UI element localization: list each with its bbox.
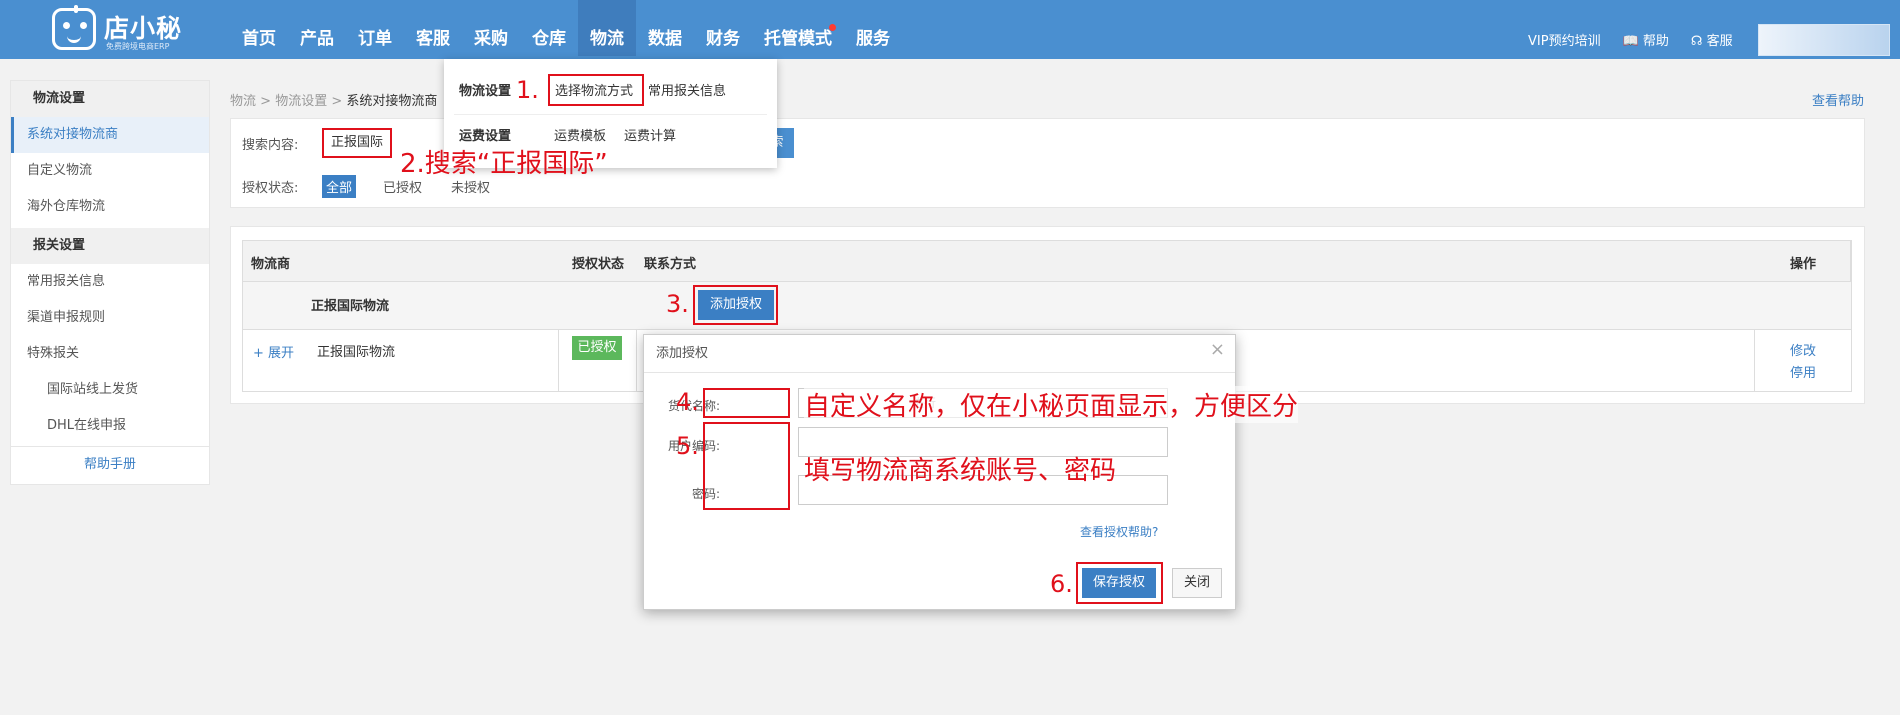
nav-finance[interactable]: 财务 bbox=[694, 0, 752, 59]
close-dialog-button[interactable]: 关闭 bbox=[1172, 568, 1222, 598]
logo-tagline: 免费跨境电商ERP bbox=[106, 42, 170, 51]
breadcrumb-separator: > bbox=[260, 94, 272, 109]
col-divider bbox=[636, 330, 637, 392]
dropdown-freight-settings: 运费设置 bbox=[459, 129, 512, 144]
dialog-title: 添加授权 bbox=[644, 335, 1235, 373]
carrier-name: 正报国际物流 bbox=[317, 345, 396, 360]
help-manual-link[interactable]: 帮助手册 bbox=[11, 446, 209, 482]
logo-text: 店小秘 bbox=[104, 14, 183, 43]
step4-number: 4. bbox=[676, 388, 699, 416]
logo[interactable]: 店小秘 免费跨境电商ERP bbox=[52, 5, 183, 54]
main-nav: 首页 产品 订单 客服 采购 仓库 物流 数据 财务 托管模式 服务 bbox=[230, 0, 902, 59]
sidebar-item-special-customs[interactable]: 特殊报关 bbox=[11, 336, 209, 372]
headset-icon: ☊ bbox=[1690, 34, 1703, 49]
sidebar-header-logistics: 物流设置 bbox=[11, 81, 209, 117]
header-right-links: VIP预约培训 📖 帮助 ☊ 客服 bbox=[1528, 30, 1733, 49]
nav-customer-service[interactable]: 客服 bbox=[404, 0, 462, 59]
sidebar-item-custom-logistics[interactable]: 自定义物流 bbox=[11, 153, 209, 189]
edit-link[interactable]: 修改 bbox=[1790, 340, 1816, 359]
step4-annotation: 自定义名称，仅在小秘页面显示，方便区分 bbox=[804, 386, 1299, 423]
col-operations: 操作 bbox=[1790, 257, 1817, 272]
table-header bbox=[242, 240, 1852, 282]
disable-link[interactable]: 停用 bbox=[1790, 362, 1816, 381]
col-divider bbox=[558, 330, 559, 392]
close-icon[interactable]: × bbox=[1210, 339, 1225, 360]
nav-data[interactable]: 数据 bbox=[636, 0, 694, 59]
customer-service-link[interactable]: ☊ 客服 bbox=[1691, 30, 1733, 49]
add-authorization-button[interactable]: 添加授权 bbox=[698, 290, 774, 320]
user-account-box[interactable] bbox=[1758, 24, 1890, 56]
dropdown-divider bbox=[454, 114, 767, 115]
help-link[interactable]: 📖 帮助 bbox=[1623, 30, 1669, 49]
nav-purchasing[interactable]: 采购 bbox=[462, 0, 520, 59]
nav-products[interactable]: 产品 bbox=[288, 0, 346, 59]
carrier-group-row bbox=[242, 282, 1852, 330]
auth-status-label: 授权状态: bbox=[242, 181, 299, 196]
step4-highlight bbox=[703, 388, 790, 418]
step6-number: 6. bbox=[1050, 570, 1073, 598]
search-label: 搜索内容: bbox=[242, 138, 299, 153]
nav-hosting-mode[interactable]: 托管模式 bbox=[752, 0, 844, 59]
authorized-badge: 已授权 bbox=[572, 336, 622, 360]
freight-template-link[interactable]: 运费模板 bbox=[554, 125, 606, 144]
notification-dot-icon bbox=[829, 24, 836, 31]
sidebar-header-customs: 报关设置 bbox=[11, 228, 209, 264]
view-help-link[interactable]: 查看帮助 bbox=[1812, 90, 1864, 109]
filter-all[interactable]: 全部 bbox=[322, 175, 357, 198]
breadcrumb: 物流 > 物流设置 > 系统对接物流商 bbox=[230, 90, 437, 109]
help-label: 帮助 bbox=[1642, 34, 1669, 49]
breadcrumb-logistics[interactable]: 物流 bbox=[230, 94, 256, 109]
nav-orders[interactable]: 订单 bbox=[346, 0, 404, 59]
sidebar-item-common-customs[interactable]: 常用报关信息 bbox=[11, 264, 209, 300]
step5-highlight bbox=[703, 422, 790, 510]
col-auth-status: 授权状态 bbox=[572, 257, 625, 272]
nav-logistics[interactable]: 物流 bbox=[578, 0, 636, 56]
col-divider bbox=[1754, 330, 1755, 392]
col-carrier: 物流商 bbox=[251, 257, 291, 272]
sidebar-item-overseas-warehouse[interactable]: 海外仓库物流 bbox=[11, 189, 209, 225]
step2-annotation: 2.搜索“正报国际” bbox=[400, 149, 608, 179]
sidebar-item-channel-rules[interactable]: 渠道申报规则 bbox=[11, 300, 209, 336]
sidebar: 物流设置 系统对接物流商 自定义物流 海外仓库物流 报关设置 常用报关信息 渠道… bbox=[10, 80, 210, 485]
robot-logo-icon bbox=[52, 5, 96, 50]
expand-link[interactable]: + 展开 bbox=[253, 342, 294, 361]
auth-help-link[interactable]: 查看授权帮助? bbox=[1080, 523, 1158, 540]
nav-services[interactable]: 服务 bbox=[844, 0, 902, 59]
step5-annotation: 填写物流商系统账号、密码 bbox=[804, 456, 1117, 486]
col-contact: 联系方式 bbox=[644, 257, 697, 272]
carrier-group-name: 正报国际物流 bbox=[311, 299, 390, 314]
breadcrumb-settings[interactable]: 物流设置 bbox=[275, 94, 327, 109]
step6-highlight bbox=[1076, 562, 1163, 604]
common-customs-info-link[interactable]: 常用报关信息 bbox=[648, 80, 726, 99]
nav-hosting-label: 托管模式 bbox=[764, 29, 832, 49]
book-icon: 📖 bbox=[1622, 34, 1639, 49]
step5-number: 5. bbox=[676, 432, 699, 460]
vip-training-link[interactable]: VIP预约培训 bbox=[1528, 30, 1601, 49]
search-input[interactable]: 正报国际 bbox=[322, 128, 392, 158]
freight-calculator-link[interactable]: 运费计算 bbox=[624, 125, 676, 144]
sidebar-item-system-carriers[interactable]: 系统对接物流商 bbox=[11, 117, 209, 153]
nav-home[interactable]: 首页 bbox=[230, 0, 288, 59]
sidebar-item-intl-online-shipping[interactable]: 国际站线上发货 bbox=[11, 372, 209, 408]
nav-warehouse[interactable]: 仓库 bbox=[520, 0, 578, 59]
dropdown-logistics-settings: 物流设置 bbox=[459, 84, 512, 99]
step1-number: 1. bbox=[516, 76, 539, 104]
breadcrumb-separator: > bbox=[331, 94, 343, 109]
customer-service-label: 客服 bbox=[1706, 34, 1733, 49]
breadcrumb-current: 系统对接物流商 bbox=[346, 94, 438, 109]
top-navbar: 店小秘 免费跨境电商ERP 首页 产品 订单 客服 采购 仓库 物流 数据 财务… bbox=[0, 0, 1900, 59]
step3-number: 3. bbox=[666, 290, 689, 318]
select-logistics-method-link[interactable]: 选择物流方式 bbox=[555, 80, 633, 99]
sidebar-item-dhl-declaration[interactable]: DHL在线申报 bbox=[11, 408, 209, 444]
